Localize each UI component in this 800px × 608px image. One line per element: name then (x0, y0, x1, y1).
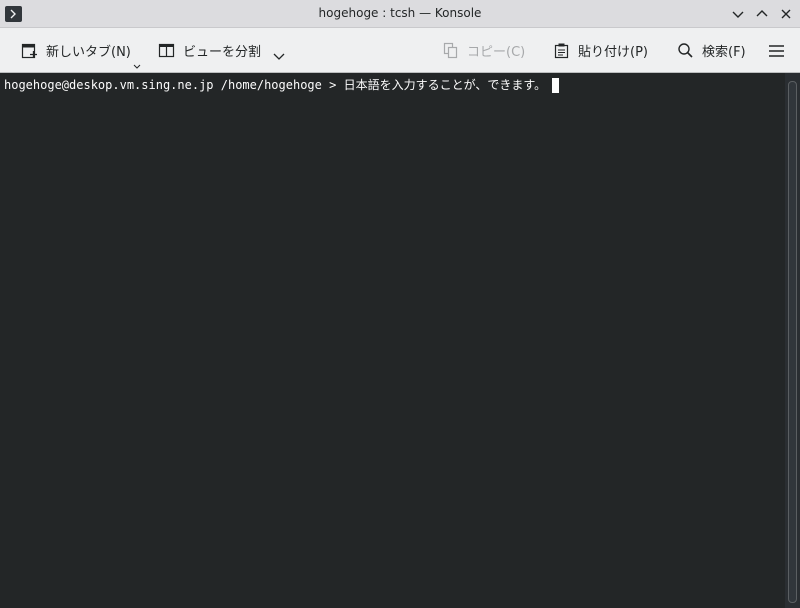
text-cursor (552, 77, 560, 93)
split-view-label: ビューを分割 (183, 44, 262, 60)
paste-icon (554, 43, 569, 58)
split-view-icon (158, 43, 175, 57)
copy-button[interactable]: コピー(C) (442, 28, 525, 72)
new-tab-icon (21, 43, 37, 58)
close-icon (781, 9, 791, 19)
paste-label: 貼り付け(P) (578, 44, 648, 60)
chevron-up-icon (756, 10, 768, 17)
scrollbar[interactable] (785, 73, 800, 608)
title-bar[interactable]: hogehoge : tcsh — Konsole (0, 0, 800, 28)
new-tab-button[interactable]: 新しいタブ(N) (21, 28, 131, 72)
new-tab-dropdown-icon[interactable] (133, 55, 141, 69)
command-input: 日本語を入力することが、できます。 (343, 78, 547, 92)
search-icon (678, 42, 693, 58)
hamburger-menu-icon[interactable] (768, 43, 785, 57)
terminal-line: hogehoge@deskop.vm.sing.ne.jp /home/hoge… (4, 77, 560, 93)
find-label: 検索(F) (702, 44, 746, 60)
chevron-down-icon (732, 11, 744, 18)
toolbar: 新しいタブ(N) ビューを分割 コピー(C) 貼り付け(P) 検索(F) (0, 28, 800, 73)
paste-button[interactable]: 貼り付け(P) (553, 28, 648, 72)
new-tab-label: 新しいタブ(N) (46, 44, 131, 60)
find-button[interactable]: 検索(F) (677, 28, 746, 72)
split-view-button[interactable]: ビューを分割 (158, 28, 261, 72)
window-title: hogehoge : tcsh — Konsole (318, 6, 482, 20)
maximize-button[interactable] (754, 6, 770, 22)
minimize-button[interactable] (730, 6, 746, 22)
close-button[interactable] (778, 6, 794, 22)
copy-icon (443, 42, 458, 58)
terminal-view[interactable]: hogehoge@deskop.vm.sing.ne.jp /home/hoge… (0, 73, 785, 608)
split-view-chevron-down-icon[interactable] (273, 46, 285, 60)
shell-prompt: hogehoge@deskop.vm.sing.ne.jp /home/hoge… (4, 78, 344, 92)
copy-label: コピー(C) (467, 44, 526, 60)
scrollbar-thumb[interactable] (788, 81, 797, 603)
